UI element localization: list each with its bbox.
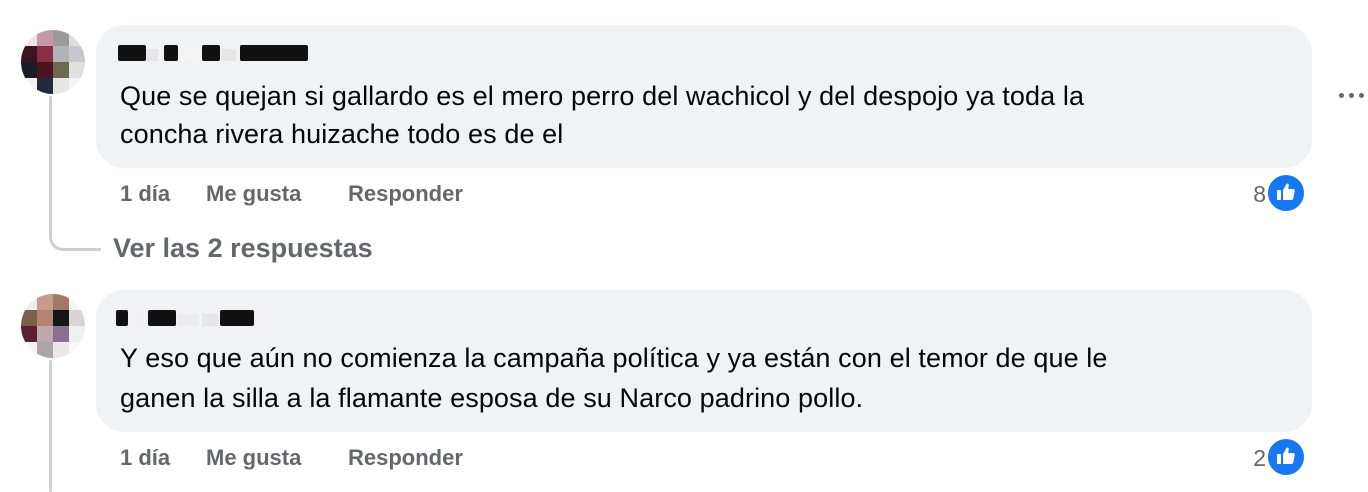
reaction-count[interactable]: 2 xyxy=(1236,445,1266,472)
reply-button[interactable]: Responder xyxy=(348,181,463,207)
thread-curve xyxy=(49,200,101,251)
comment-timestamp[interactable]: 1 día xyxy=(120,445,170,471)
comment-text-line: Y eso que aún no comienza la campaña pol… xyxy=(120,343,1108,373)
comment-text-line: concha rivera huizache todo es de el xyxy=(120,119,564,149)
like-icon[interactable] xyxy=(1266,173,1306,213)
reply-button[interactable]: Responder xyxy=(348,445,463,471)
avatar[interactable] xyxy=(21,30,85,94)
comment-text-line: Que se quejan si gallardo es el mero per… xyxy=(120,81,1085,111)
comment-bubble: Y eso que aún no comienza la campaña pol… xyxy=(96,290,1312,432)
like-button[interactable]: Me gusta xyxy=(206,181,301,207)
author-name-redacted[interactable] xyxy=(118,45,308,61)
comment-timestamp[interactable]: 1 día xyxy=(120,181,170,207)
comment-text-line: ganen la silla a la flamante esposa de s… xyxy=(120,383,864,413)
more-options-icon[interactable] xyxy=(1336,88,1366,104)
avatar[interactable] xyxy=(21,294,85,358)
thread-line xyxy=(49,360,52,492)
thread-line xyxy=(49,96,52,206)
comment-bubble: Que se quejan si gallardo es el mero per… xyxy=(96,25,1312,168)
like-button[interactable]: Me gusta xyxy=(206,445,301,471)
like-icon[interactable] xyxy=(1266,437,1306,477)
reaction-count[interactable]: 8 xyxy=(1236,181,1266,208)
author-name-redacted[interactable] xyxy=(116,310,281,326)
view-replies-link[interactable]: Ver las 2 respuestas xyxy=(113,233,373,264)
